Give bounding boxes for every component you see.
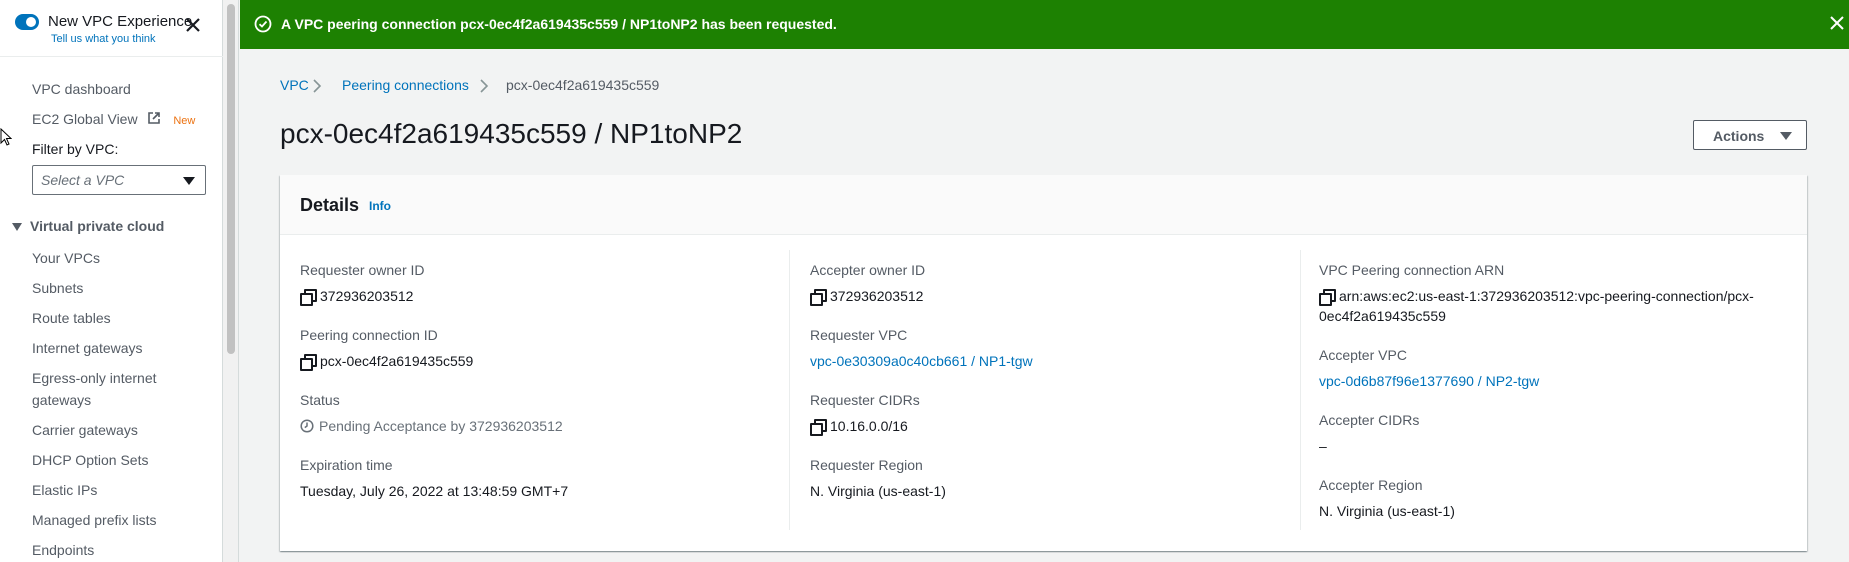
- requester-cidrs-value: 10.16.0.0/16: [810, 416, 908, 436]
- filter-by-vpc-label: Filter by VPC:: [32, 141, 119, 157]
- sidebar-item-route-tables[interactable]: Route tables: [32, 307, 111, 329]
- sidebar-item-internet-gateways[interactable]: Internet gateways: [32, 337, 143, 359]
- accepter-owner-id-value: 372936203512: [810, 286, 923, 306]
- requester-owner-id-value: 372936203512: [300, 286, 413, 306]
- requester-owner-id-label: Requester owner ID: [300, 262, 425, 278]
- accepter-cidrs-label: Accepter CIDRs: [1319, 412, 1420, 428]
- flash-close-icon[interactable]: [1829, 15, 1845, 31]
- new-badge: New: [173, 115, 196, 127]
- accepter-vpc-link[interactable]: vpc-0d6b87f96e1377690 / NP2-tgw: [1319, 371, 1539, 391]
- copy-icon[interactable]: [300, 289, 317, 306]
- peering-connection-id-text: pcx-0ec4f2a619435c559: [320, 353, 474, 369]
- requester-vpc-label: Requester VPC: [810, 327, 908, 343]
- chevron-right-icon: [480, 79, 489, 93]
- flash-message: A VPC peering connection pcx-0ec4f2a6194…: [281, 16, 837, 32]
- sidebar-scrollbar-thumb[interactable]: [227, 4, 235, 354]
- copy-icon[interactable]: [1319, 289, 1336, 306]
- chevron-right-icon: [313, 79, 322, 93]
- actions-button-label: Actions: [1713, 128, 1765, 144]
- peering-arn-label: VPC Peering connection ARN: [1319, 262, 1505, 278]
- clock-icon: [300, 419, 314, 433]
- requester-cidrs-label: Requester CIDRs: [810, 392, 920, 408]
- accepter-owner-id-label: Accepter owner ID: [810, 262, 926, 278]
- column-divider: [1300, 250, 1301, 530]
- requester-region-label: Requester Region: [810, 457, 923, 473]
- sidebar-item-endpoints[interactable]: Endpoints: [32, 539, 94, 561]
- section-virtual-private-cloud[interactable]: Virtual private cloud: [12, 218, 164, 234]
- expand-triangle-icon: [12, 223, 22, 232]
- sidebar: New VPC Experience Tell us what you thin…: [0, 0, 223, 562]
- sidebar-header: New VPC Experience Tell us what you thin…: [0, 0, 223, 57]
- feedback-link[interactable]: Tell us what you think: [51, 33, 156, 45]
- peering-arn-value: arn:aws:ec2:us-east-1:372936203512:vpc-p…: [1319, 286, 1789, 326]
- nav-ec2-global-view[interactable]: EC2 Global View New: [32, 108, 195, 132]
- breadcrumb-current: pcx-0ec4f2a619435c559: [506, 77, 660, 93]
- copy-icon[interactable]: [810, 419, 827, 436]
- copy-icon[interactable]: [810, 289, 827, 306]
- success-check-icon: [254, 15, 272, 33]
- sidebar-item-carrier-gateways[interactable]: Carrier gateways: [32, 419, 138, 441]
- requester-cidrs-text: 10.16.0.0/16: [830, 418, 908, 434]
- page-title: pcx-0ec4f2a619435c559 / NP1toNP2: [280, 118, 743, 149]
- status-value: Pending Acceptance by 372936203512: [300, 416, 563, 436]
- accepter-owner-id-text: 372936203512: [830, 288, 924, 304]
- sidebar-item-dhcp-option-sets[interactable]: DHCP Option Sets: [32, 449, 148, 471]
- requester-owner-id-text: 372936203512: [320, 288, 414, 304]
- expiration-time-label: Expiration time: [300, 457, 393, 473]
- accepter-cidrs-value: –: [1319, 438, 1327, 454]
- breadcrumb-peering-connections[interactable]: Peering connections: [342, 77, 469, 93]
- breadcrumb-vpc[interactable]: VPC: [280, 77, 309, 93]
- peering-arn-text-line2: 0ec4f2a619435c559: [1319, 308, 1446, 324]
- mouse-cursor-icon: [0, 128, 12, 146]
- vpc-filter-select[interactable]: Select a VPC: [32, 165, 206, 195]
- actions-button[interactable]: Actions: [1693, 120, 1807, 150]
- nav-ec2-global-view-label: EC2 Global View: [32, 111, 138, 127]
- copy-icon[interactable]: [300, 354, 317, 371]
- sidebar-item-managed-prefix-lists[interactable]: Managed prefix lists: [32, 509, 157, 531]
- status-text: Pending Acceptance by 372936203512: [319, 418, 563, 434]
- new-experience-label: New VPC Experience: [48, 13, 193, 30]
- close-icon[interactable]: [184, 16, 202, 34]
- sidebar-scrollbar[interactable]: [223, 0, 239, 562]
- requester-vpc-link[interactable]: vpc-0e30309a0c40cb661 / NP1-tgw: [810, 351, 1033, 371]
- peering-connection-id-label: Peering connection ID: [300, 327, 438, 343]
- details-panel-header: Details Info: [280, 175, 1807, 235]
- external-link-icon: [148, 112, 161, 124]
- peering-connection-id-value: pcx-0ec4f2a619435c559: [300, 351, 473, 371]
- details-title: Details: [300, 195, 360, 215]
- vpc-filter-placeholder: Select a VPC: [41, 172, 125, 188]
- caret-down-icon: [183, 177, 195, 185]
- peering-arn-text-line1: arn:aws:ec2:us-east-1:372936203512:vpc-p…: [1339, 288, 1754, 304]
- sidebar-item-your-vpcs[interactable]: Your VPCs: [32, 247, 100, 269]
- column-divider: [789, 250, 790, 530]
- info-link[interactable]: Info: [369, 199, 391, 213]
- sidebar-item-egress-only-internet-gateways[interactable]: Egress-only internet gateways: [32, 367, 182, 411]
- sidebar-item-elastic-ips[interactable]: Elastic IPs: [32, 479, 97, 501]
- requester-region-value: N. Virginia (us-east-1): [810, 483, 946, 499]
- caret-down-icon: [1780, 132, 1792, 140]
- nav-vpc-dashboard[interactable]: VPC dashboard: [32, 78, 131, 100]
- status-label: Status: [300, 392, 340, 408]
- accepter-region-label: Accepter Region: [1319, 477, 1423, 493]
- expiration-time-value: Tuesday, July 26, 2022 at 13:48:59 GMT+7: [300, 483, 569, 499]
- accepter-vpc-label: Accepter VPC: [1319, 347, 1407, 363]
- accepter-region-value: N. Virginia (us-east-1): [1319, 503, 1455, 519]
- details-panel: Details Info Requester owner ID 37293620…: [280, 175, 1807, 551]
- success-flash-banner: A VPC peering connection pcx-0ec4f2a6194…: [240, 0, 1849, 49]
- new-experience-toggle[interactable]: [15, 14, 39, 30]
- section-title: Virtual private cloud: [30, 218, 165, 234]
- sidebar-item-subnets[interactable]: Subnets: [32, 277, 83, 299]
